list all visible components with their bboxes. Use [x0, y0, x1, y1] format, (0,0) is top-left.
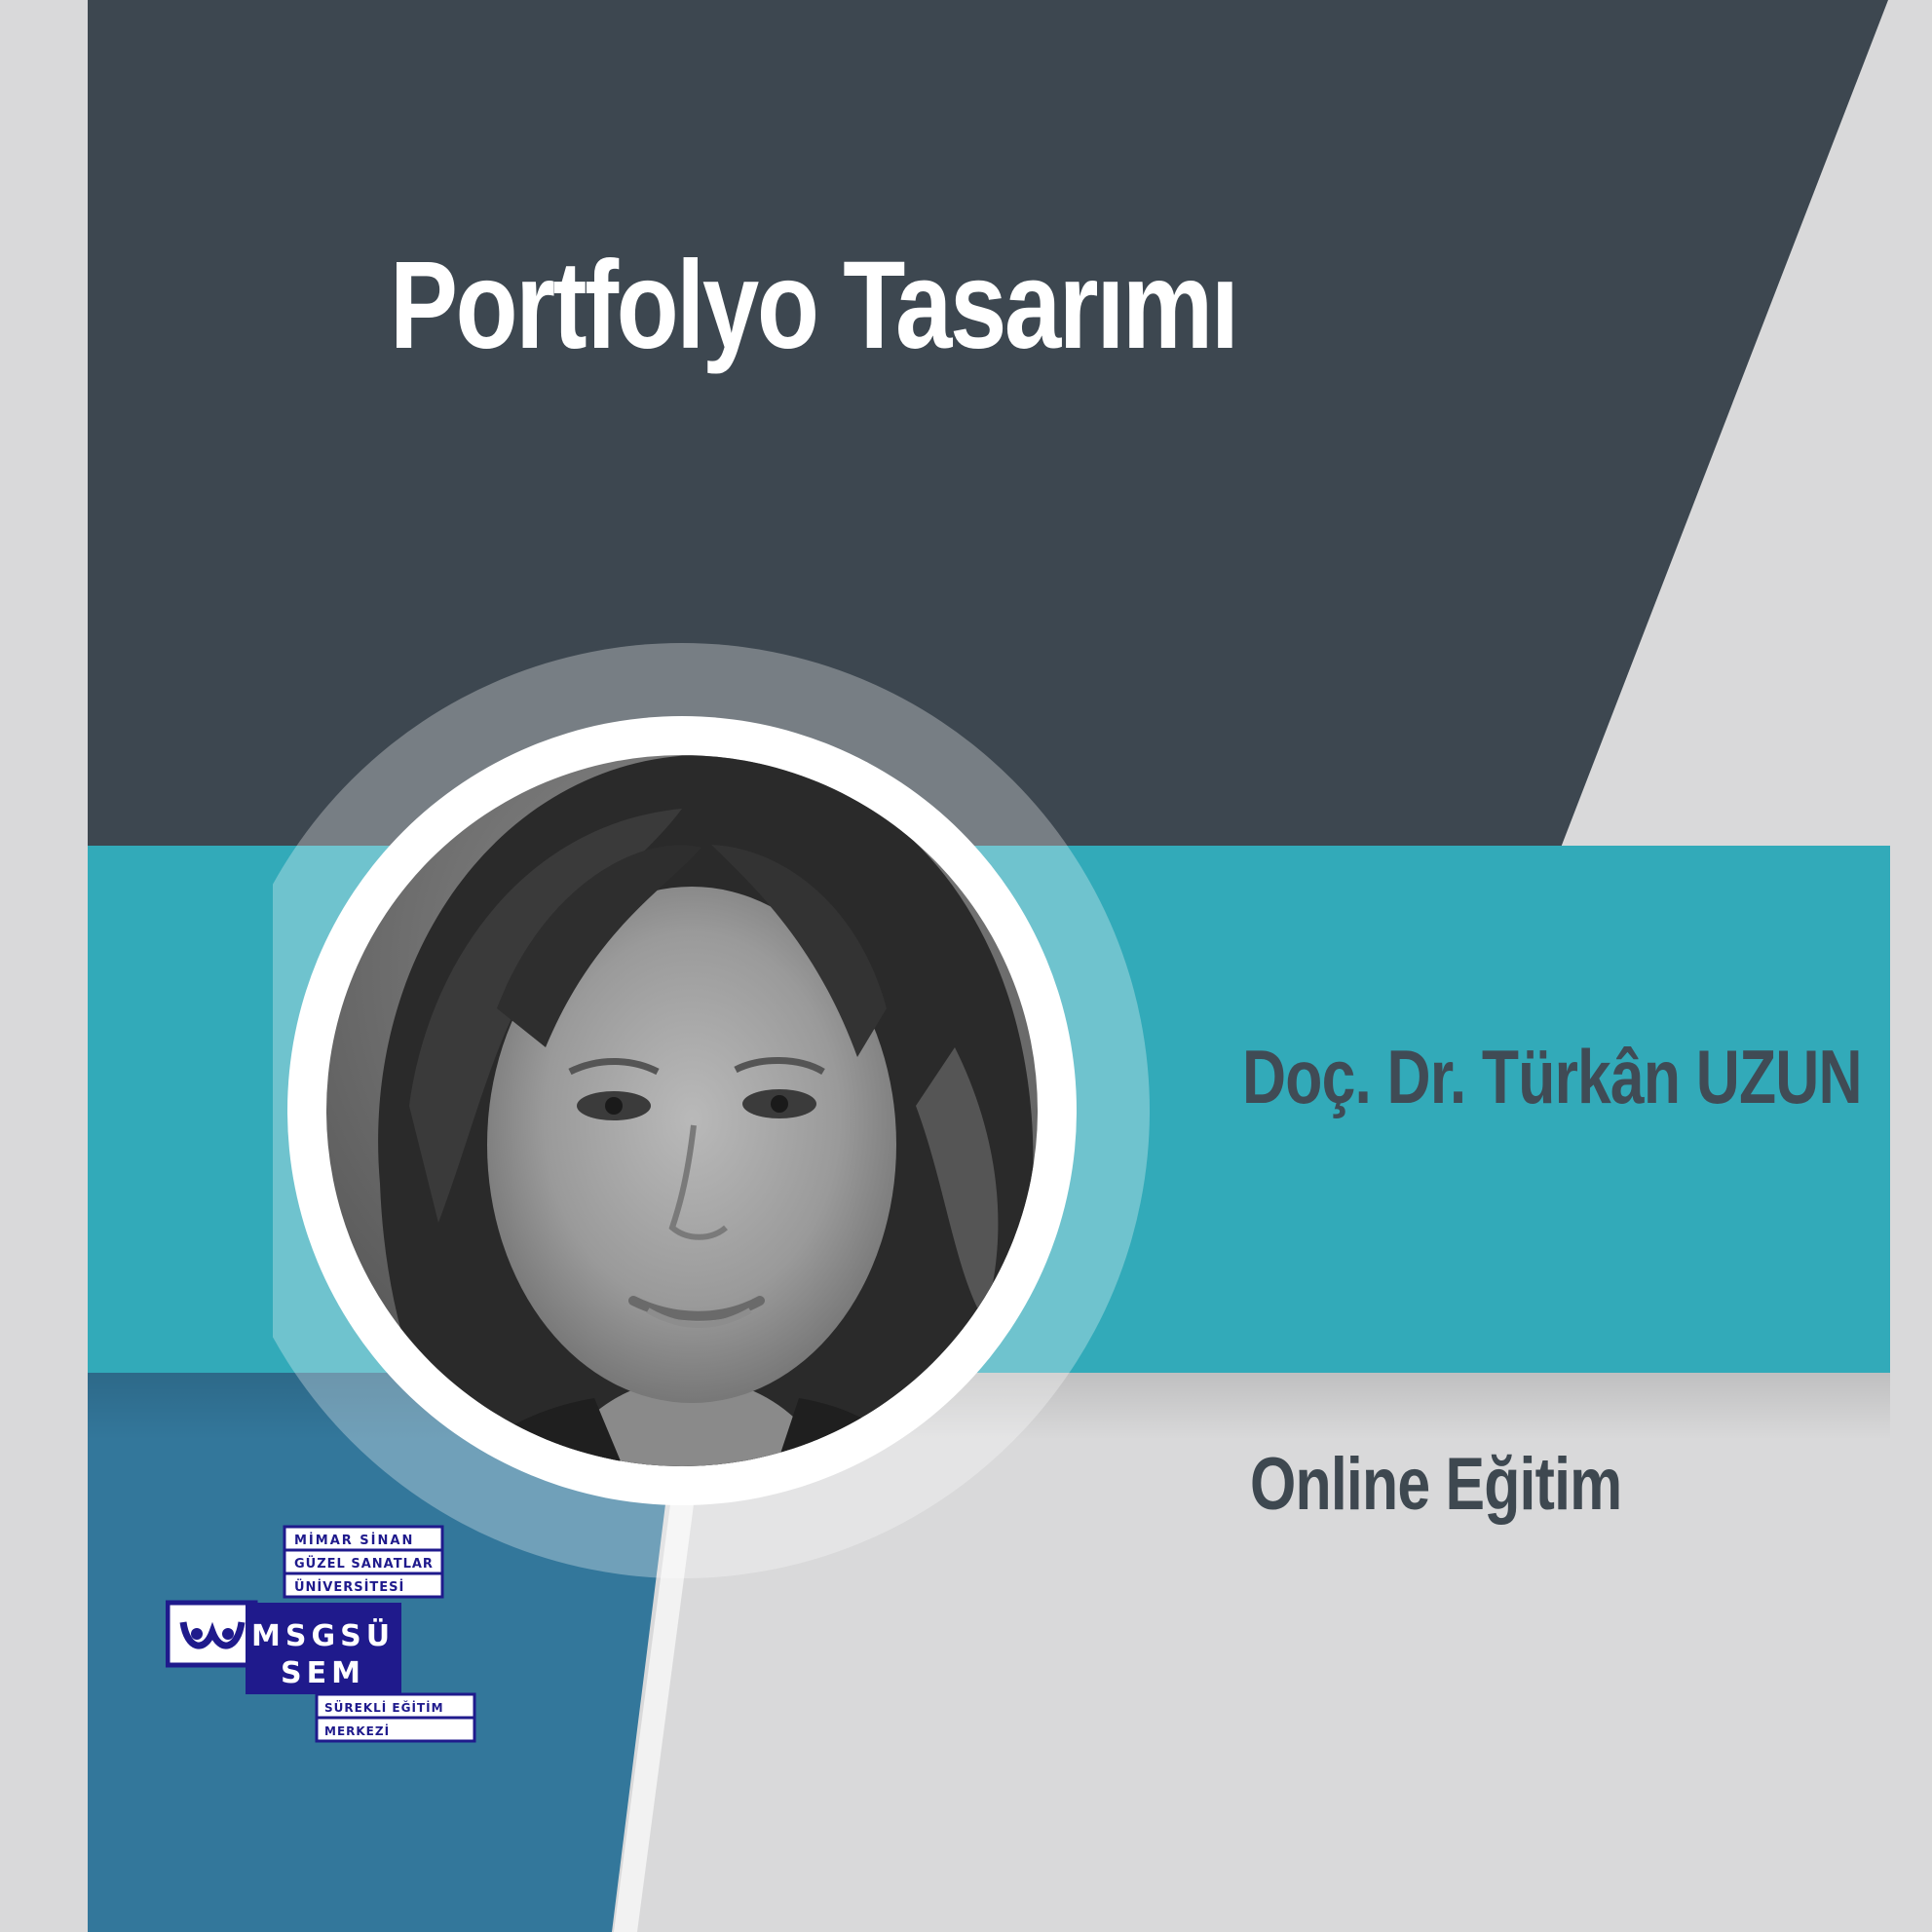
logo-line-2: GÜZEL SANATLAR: [294, 1556, 434, 1572]
logo-line-4: SÜREKLİ EĞİTİM: [324, 1700, 444, 1715]
logo-mark-1: MSGSÜ: [251, 1617, 395, 1653]
course-mode: Online Eğitim: [1250, 1443, 1622, 1526]
logo-line-1: MİMAR SİNAN: [294, 1533, 414, 1548]
logo-line-3: ÜNİVERSİTESİ: [294, 1579, 404, 1595]
instructor-name: Doç. Dr. Türkân UZUN: [1242, 1034, 1863, 1119]
course-poster: Portfolyo Tasarımı Doç. Dr. Türkân UZUN …: [0, 0, 1932, 1932]
course-title: Portfolyo Tasarımı: [390, 236, 1239, 375]
msgsu-sem-logo: MİMAR SİNAN GÜZEL SANATLAR ÜNİVERSİTESİ …: [166, 1525, 476, 1743]
logo-mark-2: SEM: [281, 1656, 365, 1690]
logo-line-5: MERKEZİ: [324, 1724, 390, 1738]
instructor-portrait: [273, 643, 1150, 1578]
